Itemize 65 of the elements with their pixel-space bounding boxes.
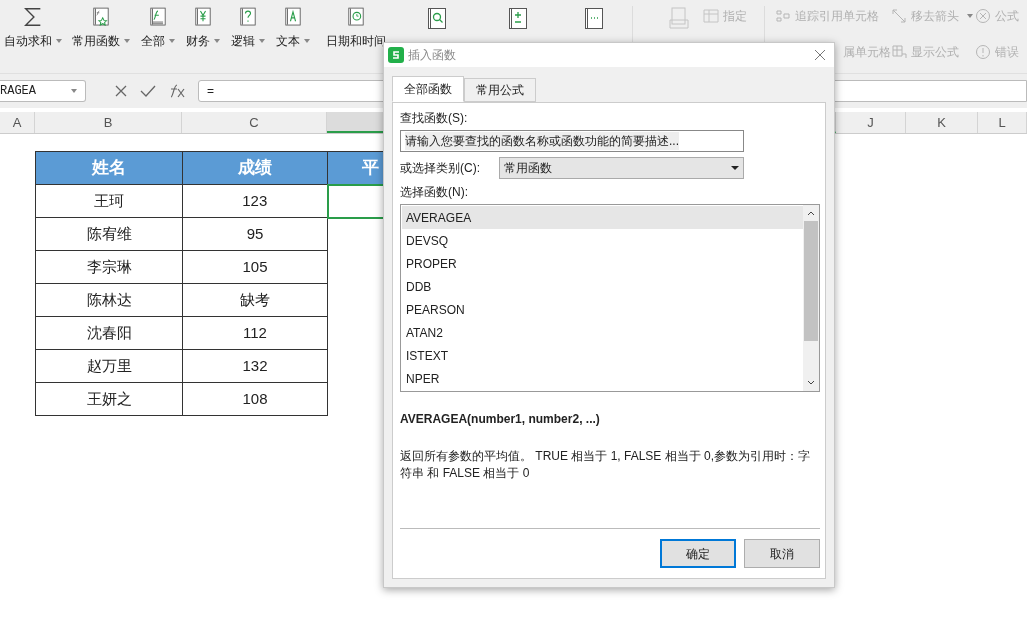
function-description: 返回所有参数的平均值。 TRUE 相当于 1, FALSE 相当于 0,参数为引用时：字符串 和 FALSE 相当于 0 bbox=[400, 448, 812, 482]
function-icon[interactable] bbox=[168, 84, 186, 98]
table-cell: 沈春阳 bbox=[35, 316, 183, 350]
caret-icon bbox=[71, 89, 77, 93]
close-icon[interactable] bbox=[814, 49, 826, 61]
dialog-button[interactable]: 取消 bbox=[744, 539, 820, 568]
table-cell: 陈林达 bbox=[35, 283, 183, 317]
table-icon bbox=[702, 9, 719, 23]
search-label: 查找函数(S): bbox=[400, 110, 468, 127]
alert-icon bbox=[975, 43, 991, 60]
function-category-button[interactable]: 文本 bbox=[270, 6, 316, 50]
table-cell: 95 bbox=[182, 217, 328, 251]
table-cell: 王妍之 bbox=[35, 382, 183, 416]
column-header[interactable]: A bbox=[0, 112, 35, 133]
header-cell: 成绩 bbox=[182, 151, 328, 185]
dialog-tab[interactable]: 常用公式 bbox=[464, 78, 536, 102]
column-header[interactable]: J bbox=[836, 112, 906, 133]
caret-icon bbox=[731, 166, 739, 170]
table-cell: 李宗琳 bbox=[35, 250, 183, 284]
function-list-item[interactable]: AVERAGEA bbox=[402, 206, 803, 229]
dialog-tab[interactable]: 全部函数 bbox=[392, 76, 464, 102]
header-cell: 姓名 bbox=[35, 151, 183, 185]
search-field[interactable]: 请输入您要查找的函数名称或函数功能的简要描述... bbox=[400, 130, 744, 152]
dialog-title: 插入函数 bbox=[408, 47, 457, 64]
table-cell: 王珂 bbox=[35, 184, 183, 218]
table-cell: 缺考 bbox=[182, 283, 328, 317]
table-cell: 105 bbox=[182, 250, 328, 284]
function-list-item[interactable]: NPER bbox=[402, 367, 803, 390]
function-signature: AVERAGEA(number1, number2, ...) bbox=[400, 411, 600, 428]
function-list-item[interactable]: DDB bbox=[402, 275, 803, 298]
table-cell: 132 bbox=[182, 349, 328, 383]
check-icon[interactable] bbox=[140, 84, 156, 98]
function-book-icon bbox=[582, 6, 606, 32]
function-list-item[interactable]: ATAN2 bbox=[402, 321, 803, 344]
function-category-button[interactable]: 常用函数 bbox=[66, 6, 136, 50]
column-header[interactable]: B bbox=[35, 112, 182, 133]
name-box[interactable]: RAGEA bbox=[0, 80, 86, 102]
table-cell: 112 bbox=[182, 316, 328, 350]
column-header[interactable]: L bbox=[978, 112, 1027, 133]
trace-icon bbox=[775, 8, 791, 24]
name-manager-icon bbox=[666, 6, 691, 32]
app-logo-icon bbox=[388, 47, 404, 63]
scrollbar[interactable] bbox=[803, 205, 819, 391]
column-header[interactable]: K bbox=[906, 112, 978, 133]
function-list-item[interactable]: PEARSON bbox=[402, 298, 803, 321]
function-category-button[interactable]: 逻辑 bbox=[226, 6, 270, 50]
circle-icon bbox=[975, 8, 991, 24]
list-label: 选择函数(N): bbox=[400, 184, 468, 201]
function-list-item[interactable]: DEVSQ bbox=[402, 229, 803, 252]
scroll-thumb[interactable] bbox=[804, 221, 818, 341]
table-cell: 赵万里 bbox=[35, 349, 183, 383]
dialog-button[interactable]: 确定 bbox=[660, 539, 736, 568]
function-book-icon bbox=[506, 6, 530, 32]
function-book-icon bbox=[425, 6, 449, 32]
function-list-item[interactable]: ISTEXT bbox=[402, 344, 803, 367]
category-dropdown[interactable]: 常用函数 bbox=[499, 157, 744, 179]
table-cell: 陈宥维 bbox=[35, 217, 183, 251]
table-cell: 108 bbox=[182, 382, 328, 416]
close-icon[interactable] bbox=[114, 84, 128, 98]
arrows-icon bbox=[891, 8, 907, 24]
grid-icon bbox=[891, 43, 907, 60]
function-category-button[interactable]: 全部 bbox=[136, 6, 180, 50]
function-category-button[interactable]: 财务 bbox=[180, 6, 226, 50]
function-category-button[interactable]: 自动求和 bbox=[0, 6, 66, 50]
function-list-item[interactable]: PROPER bbox=[402, 252, 803, 275]
